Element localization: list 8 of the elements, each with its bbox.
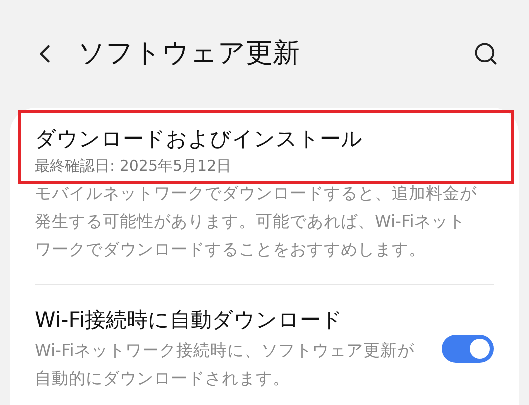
search-icon[interactable] [473, 41, 499, 67]
last-checked-date: 最終確認日: 2025年5月12日 [35, 156, 233, 177]
item-title: ダウンロードおよびインストール [35, 126, 364, 153]
item-title: Wi-Fi接続時に自動ダウンロード [35, 307, 344, 334]
item-description: Wi-Fiネットワーク接続時に、ソフトウェア更新が自動的にダウンロードされます。 [35, 340, 416, 390]
item-description: モバイルネットワークでダウンロードすると、追加料金が発生する可能性があります。可能であれば、Wi-Fiネットワークでダウンロードすることをおすすめします。 [35, 183, 478, 261]
toggle-switch[interactable] [442, 335, 494, 363]
screen-title: ソフトウェア更新 [78, 36, 301, 71]
